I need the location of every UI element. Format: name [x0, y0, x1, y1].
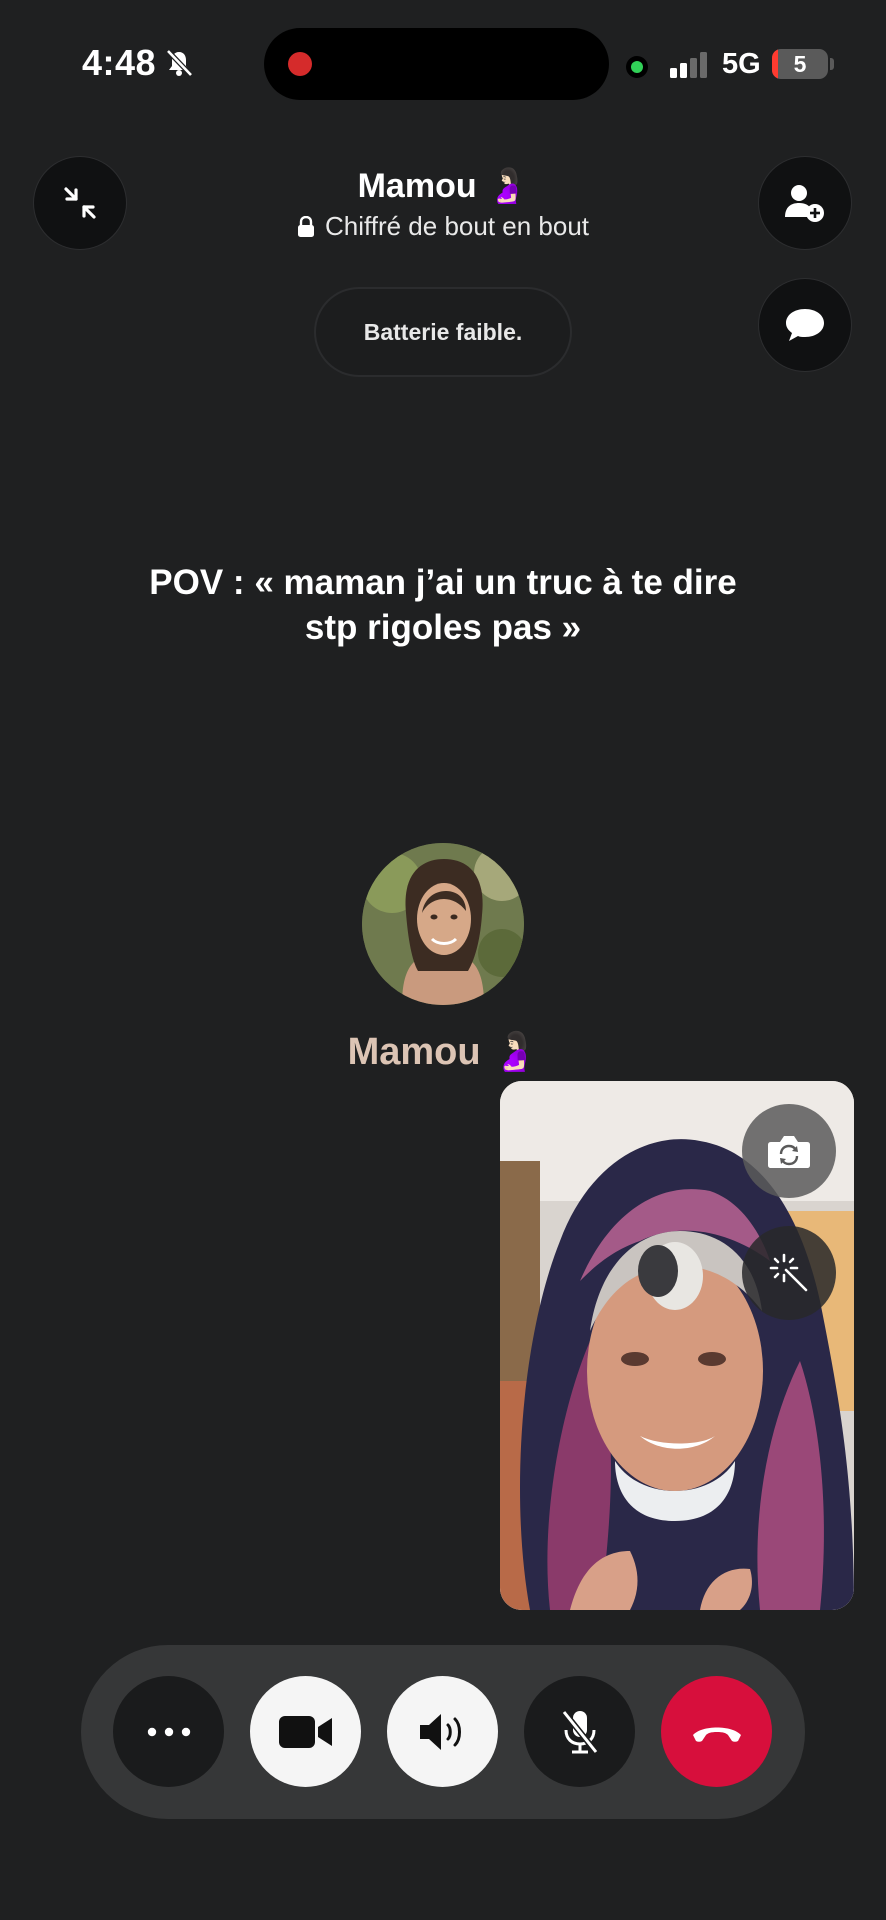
contact-title: Mamou 🤰🏻 — [357, 167, 529, 205]
callee-name: Mamou 🤰🏻 — [347, 1031, 539, 1073]
battery-notice: Batterie faible. — [316, 289, 570, 375]
callee-avatar — [362, 843, 524, 1005]
more-icon — [147, 1727, 190, 1736]
recording-dot-icon — [288, 52, 312, 76]
privacy-dot-icon — [626, 56, 648, 78]
more-button[interactable] — [113, 1676, 224, 1787]
battery-level: 5 — [793, 51, 807, 77]
caption-line-2: stp rigoles pas » — [304, 608, 582, 647]
video-camera-icon — [278, 1715, 332, 1748]
call-control-bar — [81, 1645, 805, 1819]
end-call-button[interactable] — [661, 1676, 772, 1787]
battery-icon: 5 — [772, 49, 828, 79]
encryption-label: Chiffré de bout en bout — [0, 211, 886, 242]
mute-button[interactable] — [524, 1676, 635, 1787]
signal-bars-icon — [670, 52, 707, 78]
caption-line-1: POV : « maman j’ai un truc à te dire — [149, 563, 737, 602]
speaker-icon — [419, 1713, 461, 1750]
status-time: 4:48 — [82, 42, 194, 84]
network-label: 5G — [722, 48, 761, 80]
battery-cap — [830, 58, 834, 70]
encryption-text: Chiffré de bout en bout — [324, 211, 590, 241]
mic-off-icon — [561, 1709, 598, 1754]
call-screen: 4:48 5G 5 Mamou 🤰🏻 Chiffré de bout en bo… — [0, 0, 886, 1920]
overlay-caption: POV : « maman j’ai un truc à te dire stp… — [0, 560, 886, 650]
camera-flip-icon — [768, 1136, 810, 1168]
dynamic-island — [264, 28, 609, 100]
speaker-button[interactable] — [387, 1676, 498, 1787]
status-time-text: 4:48 — [82, 42, 157, 83]
effects-wand-icon — [769, 1253, 808, 1292]
video-button[interactable] — [250, 1676, 361, 1787]
self-view-video[interactable] — [500, 1081, 854, 1610]
lock-icon — [297, 215, 314, 237]
bell-slash-icon — [166, 49, 193, 77]
end-call-icon — [692, 1727, 741, 1742]
effects-button[interactable] — [742, 1226, 836, 1320]
add-person-icon — [785, 185, 824, 222]
flip-camera-button[interactable] — [742, 1104, 836, 1198]
chat-bubble-icon — [786, 309, 824, 341]
chat-button[interactable] — [759, 279, 851, 371]
add-person-button[interactable] — [759, 157, 851, 249]
